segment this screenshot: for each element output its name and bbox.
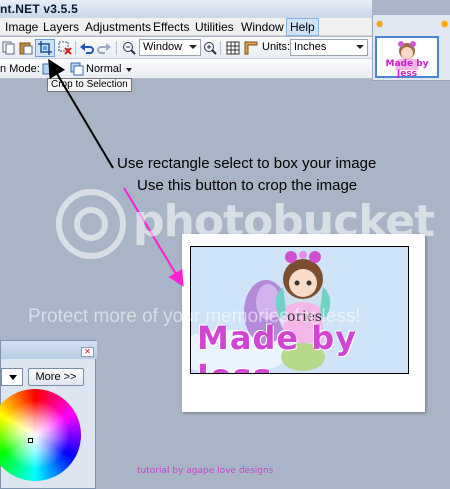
color-mode-dropdown[interactable]: [1, 368, 23, 386]
image-thumbnail[interactable]: Made by Jess: [375, 36, 439, 79]
units-label: Units:: [262, 41, 291, 53]
chevron-down-icon: [126, 68, 132, 72]
selection-mode-label: n Mode:: [0, 63, 40, 75]
menu-bar: Image Layers Adjustments Effects Utiliti…: [0, 18, 372, 36]
units-value: Inches: [294, 41, 327, 53]
toolbar-separator: [75, 41, 76, 55]
blend-mode-icon: [70, 62, 84, 76]
units-combo[interactable]: Inches: [290, 39, 368, 56]
chevron-down-icon: [356, 45, 364, 49]
tooltip: Crop to Selection: [47, 78, 132, 92]
instruction-line-2: Use this button to crop the image: [137, 177, 358, 194]
sparkle-icon: ✸: [375, 19, 385, 31]
toolbar-separator: [116, 41, 117, 55]
menu-image[interactable]: Image: [2, 19, 41, 35]
tutorial-credit: tutorial by agape love designs: [137, 466, 274, 476]
redo-icon[interactable]: [97, 41, 111, 55]
zoom-combo[interactable]: Window: [139, 39, 201, 56]
toolbar-separator: [220, 41, 221, 55]
selection-rectangle[interactable]: ories Made by Jess: [190, 246, 409, 374]
blend-mode-value: Normal: [86, 63, 122, 75]
menu-window[interactable]: Window: [238, 19, 287, 35]
blend-mode-dropdown[interactable]: Normal: [86, 61, 134, 76]
color-wheel[interactable]: [0, 389, 81, 481]
undo-icon[interactable]: [80, 41, 94, 55]
crop-icon: [38, 41, 52, 55]
thumbnail-caption: Made by Jess: [385, 59, 429, 79]
color-wheel-picker[interactable]: [28, 438, 33, 443]
more-button[interactable]: More >>: [28, 368, 84, 386]
menu-layers[interactable]: Layers: [40, 19, 82, 35]
zoom-out-icon[interactable]: [122, 41, 136, 55]
crop-to-selection-button[interactable]: [35, 39, 55, 57]
window-title: nt.NET v3.5.5: [0, 2, 78, 16]
photobucket-logo-icon: [56, 189, 126, 259]
chevron-down-icon: [189, 45, 197, 49]
grid-icon[interactable]: [226, 41, 240, 55]
colors-window: ✕ More >>: [0, 340, 97, 489]
deselect-icon[interactable]: [58, 41, 72, 55]
menu-help[interactable]: Help: [286, 18, 319, 36]
zoom-in-icon[interactable]: [203, 41, 217, 55]
selection-mode-icon[interactable]: [42, 62, 56, 76]
zoom-value: Window: [143, 41, 183, 53]
title-bar: nt.NET v3.5.5: [0, 0, 372, 18]
ruler-icon[interactable]: [244, 41, 258, 55]
image-text-main: Made by Jess: [197, 319, 357, 373]
menu-utilities[interactable]: Utilities: [192, 19, 237, 35]
close-icon[interactable]: ✕: [81, 347, 94, 357]
paste-icon[interactable]: [19, 41, 33, 55]
menu-effects[interactable]: Effects: [150, 19, 192, 35]
instruction-line-1: Use rectangle select to box your image: [117, 155, 377, 172]
copy-icon[interactable]: [2, 41, 16, 55]
sparkle-icon: ✸: [440, 19, 450, 31]
arrow-to-selection: [123, 187, 184, 287]
menu-adjustments[interactable]: Adjustments: [82, 19, 154, 35]
chevron-down-icon: [9, 375, 17, 380]
